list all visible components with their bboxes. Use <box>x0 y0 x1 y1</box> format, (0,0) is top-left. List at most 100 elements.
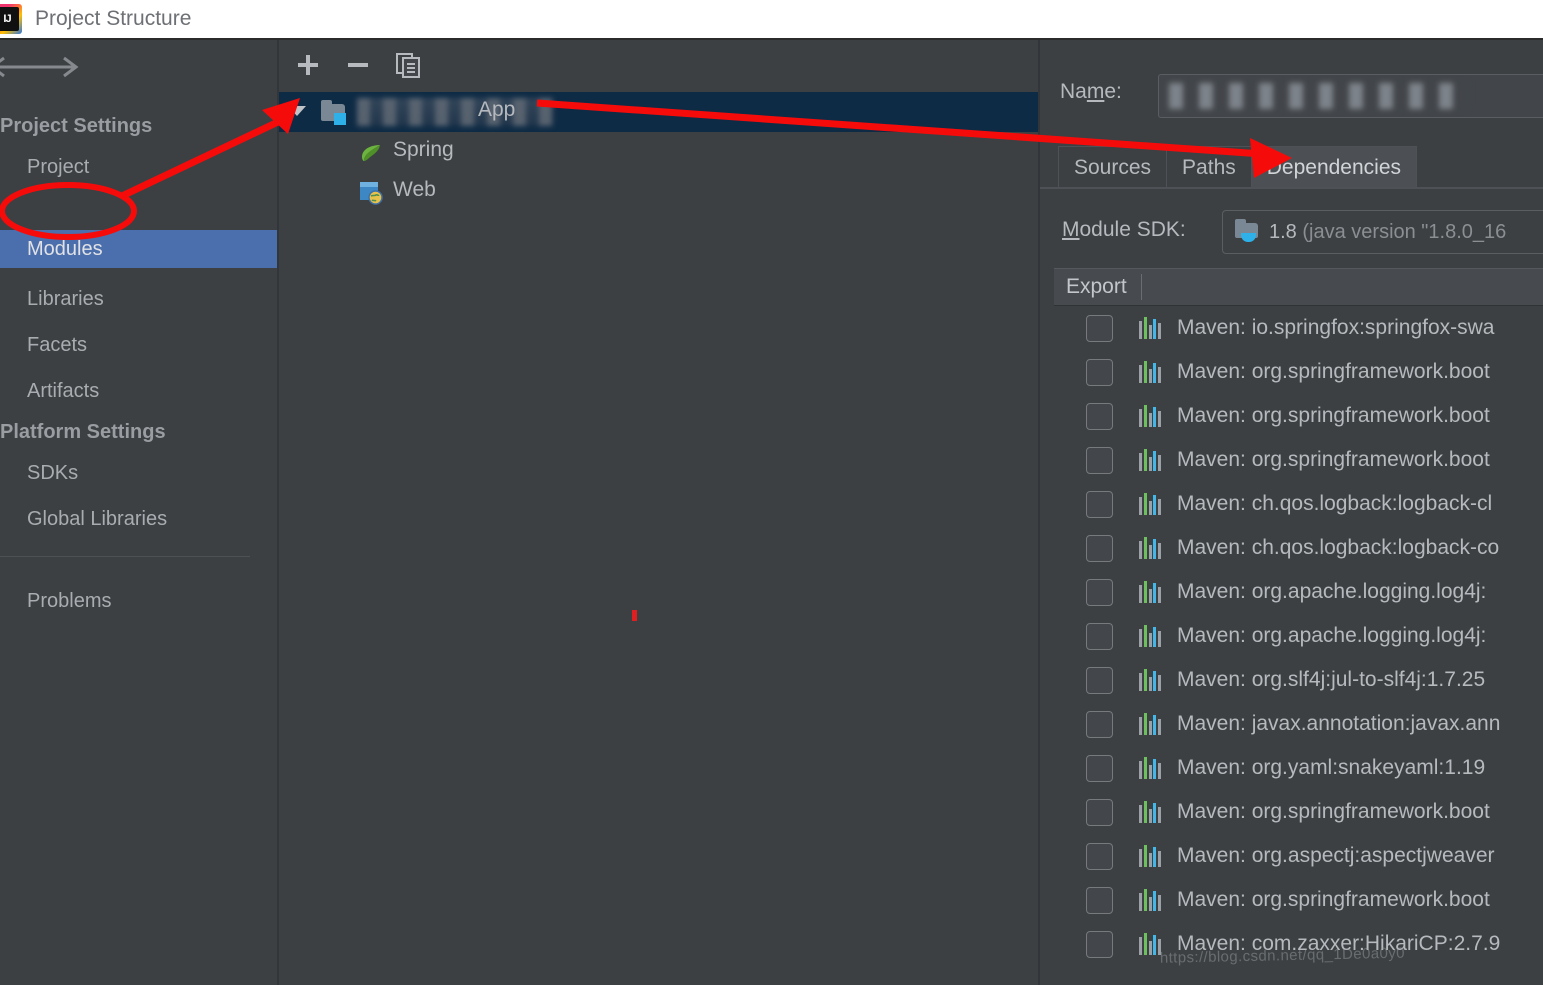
maven-icon <box>1139 625 1161 647</box>
dependency-row[interactable]: Maven: io.springfox:springfox-swa <box>1054 306 1543 350</box>
export-checkbox[interactable] <box>1086 490 1113 518</box>
maven-icon <box>1139 757 1161 779</box>
export-checkbox[interactable] <box>1086 842 1113 870</box>
maven-icon <box>1139 317 1161 339</box>
sidebar-item-libraries[interactable]: Libraries <box>0 280 278 318</box>
export-checkbox[interactable] <box>1086 402 1113 430</box>
module-tree-root-row[interactable]: App <box>279 92 1039 132</box>
dependency-label: Maven: org.springframework.boot <box>1177 404 1490 427</box>
sidebar-item-label: Artifacts <box>27 379 100 402</box>
export-checkbox[interactable] <box>1086 666 1113 694</box>
sidebar-item-problems[interactable]: Problems <box>0 582 278 620</box>
dependency-label: Maven: org.springframework.boot <box>1177 800 1490 823</box>
sidebar-item-label: Problems <box>27 589 112 612</box>
minus-icon <box>348 63 368 67</box>
java-sdk-icon <box>1235 218 1261 243</box>
dependency-row[interactable]: Maven: org.springframework.boot <box>1054 438 1543 482</box>
expand-collapse-triangle-icon[interactable] <box>288 106 306 116</box>
dependency-row[interactable]: Maven: ch.qos.logback:logback-cl <box>1054 482 1543 526</box>
web-globe-icon <box>360 182 383 205</box>
sidebar-item-label: Facets <box>27 333 88 356</box>
export-checkbox[interactable] <box>1086 886 1113 914</box>
module-tree-panel: App Spring Web <box>279 40 1039 985</box>
tab-sources[interactable]: Sources <box>1058 146 1168 188</box>
tab-label: Dependencies <box>1266 155 1402 179</box>
sidebar-item-label: Libraries <box>27 287 104 310</box>
navigation-bar <box>0 40 278 92</box>
export-checkbox[interactable] <box>1086 578 1113 606</box>
dependency-row[interactable]: Maven: javax.annotation:javax.ann <box>1054 702 1543 746</box>
dependency-row[interactable]: Maven: org.apache.logging.log4j: <box>1054 570 1543 614</box>
window-title: Project Structure <box>35 7 192 30</box>
remove-module-button[interactable] <box>341 48 375 82</box>
maven-icon <box>1139 933 1161 955</box>
sidebar-item-label: Global Libraries <box>27 507 168 530</box>
dependency-label: Maven: org.springframework.boot <box>1177 888 1490 911</box>
dependency-label: Maven: org.slf4j:jul-to-slf4j:1.7.25 <box>1177 668 1486 691</box>
export-checkbox[interactable] <box>1086 622 1113 650</box>
export-checkbox[interactable] <box>1086 798 1113 826</box>
dependency-label: Maven: ch.qos.logback:logback-cl <box>1177 492 1493 515</box>
dependency-row[interactable]: Maven: org.springframework.boot <box>1054 790 1543 834</box>
export-checkbox[interactable] <box>1086 754 1113 782</box>
module-detail-tabs: Sources Paths Dependencies <box>1058 146 1418 188</box>
dependency-row[interactable]: Maven: org.springframework.boot <box>1054 878 1543 922</box>
sidebar-item-modules[interactable]: Modules <box>0 230 278 268</box>
maven-icon <box>1139 449 1161 471</box>
maven-icon <box>1139 581 1161 603</box>
export-checkbox[interactable] <box>1086 314 1113 342</box>
dependency-label: Maven: io.springfox:springfox-swa <box>1177 316 1495 339</box>
module-name-input[interactable] <box>1158 74 1543 118</box>
dependency-label: Maven: org.springframework.boot <box>1177 360 1490 383</box>
maven-icon <box>1139 537 1161 559</box>
module-sdk-row: Module SDK: 1.8 (java version "1.8.0_16 <box>1040 210 1543 256</box>
dependency-label: Maven: org.yaml:snakeyaml:1.19 <box>1177 756 1486 779</box>
module-name-row: Name: <box>1040 72 1543 120</box>
dependency-row[interactable]: Maven: org.apache.logging.log4j: <box>1054 614 1543 658</box>
module-sdk-label: Module SDK: <box>1062 218 1186 241</box>
export-checkbox[interactable] <box>1086 930 1113 958</box>
module-facet-row-web[interactable]: Web <box>279 172 1039 212</box>
export-checkbox[interactable] <box>1086 446 1113 474</box>
facet-label: Web <box>393 178 436 201</box>
export-checkbox[interactable] <box>1086 358 1113 386</box>
sidebar-item-artifacts[interactable]: Artifacts <box>0 372 278 410</box>
dependency-label: Maven: javax.annotation:javax.ann <box>1177 712 1501 735</box>
add-module-button[interactable] <box>291 48 325 82</box>
dependency-row[interactable]: Maven: org.springframework.boot <box>1054 394 1543 438</box>
dependency-row[interactable]: Maven: org.slf4j:jul-to-slf4j:1.7.25 <box>1054 658 1543 702</box>
dependency-row[interactable]: Maven: org.yaml:snakeyaml:1.19 <box>1054 746 1543 790</box>
module-sdk-combobox[interactable]: 1.8 (java version "1.8.0_16 <box>1222 210 1543 254</box>
sidebar-item-label: Project <box>27 155 90 178</box>
column-resize-handle[interactable] <box>1140 274 1142 300</box>
tab-label: Paths <box>1182 155 1236 179</box>
tab-dependencies[interactable]: Dependencies <box>1250 146 1418 188</box>
sidebar-item-global-libraries[interactable]: Global Libraries <box>0 500 278 538</box>
dependency-label: Maven: ch.qos.logback:logback-co <box>1177 536 1500 559</box>
dependency-label: Maven: org.apache.logging.log4j: <box>1177 624 1487 647</box>
title-bar: Project Structure <box>0 0 1543 38</box>
module-facet-row-spring[interactable]: Spring <box>279 132 1039 172</box>
section-heading-project-settings: Project Settings <box>0 114 153 137</box>
sidebar-item-sdks[interactable]: SDKs <box>0 454 278 492</box>
export-checkbox[interactable] <box>1086 710 1113 738</box>
maven-icon <box>1139 713 1161 735</box>
tabs-underline <box>1040 187 1543 189</box>
settings-sidebar: Project Settings Project Modules Librari… <box>0 40 278 985</box>
copy-module-button[interactable] <box>391 48 425 82</box>
plus-icon <box>298 55 318 75</box>
column-header-export[interactable]: Export <box>1054 275 1127 299</box>
sidebar-item-facets[interactable]: Facets <box>0 326 278 364</box>
dependency-row[interactable]: Maven: ch.qos.logback:logback-co <box>1054 526 1543 570</box>
sidebar-item-project[interactable]: Project <box>0 148 278 186</box>
maven-icon <box>1139 493 1161 515</box>
module-name-label: Name: <box>1060 80 1122 103</box>
maven-icon <box>1139 361 1161 383</box>
arrow-right-icon[interactable] <box>38 54 80 80</box>
dependency-row[interactable]: Maven: org.aspectj:aspectjweaver <box>1054 834 1543 878</box>
dependency-row[interactable]: Maven: org.springframework.boot <box>1054 350 1543 394</box>
spring-leaf-icon <box>362 145 380 161</box>
tab-label: Sources <box>1074 155 1152 179</box>
tab-paths[interactable]: Paths <box>1166 146 1252 188</box>
export-checkbox[interactable] <box>1086 534 1113 562</box>
